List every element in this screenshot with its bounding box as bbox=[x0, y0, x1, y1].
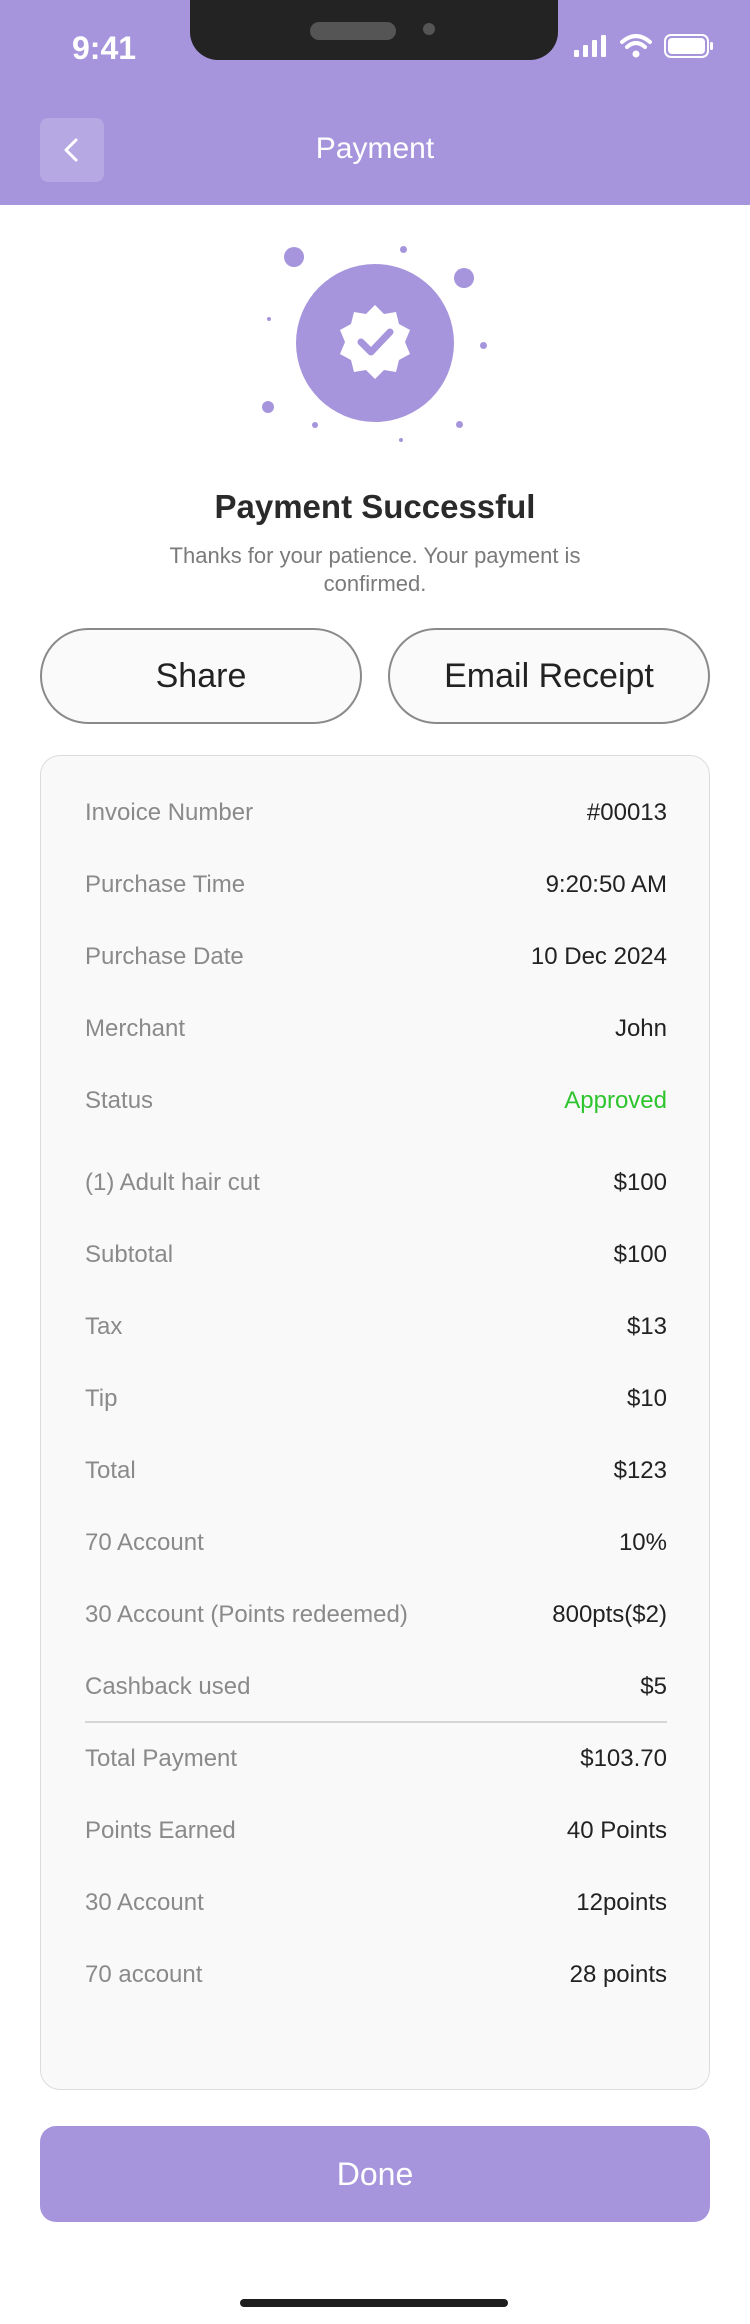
row-value: 28 points bbox=[569, 1961, 667, 1988]
notch-camera bbox=[423, 23, 435, 35]
row-value: 800pts($2) bbox=[552, 1601, 667, 1628]
row-label: Total Payment bbox=[85, 1745, 238, 1772]
row-value: John bbox=[614, 1015, 667, 1042]
decor-dot bbox=[399, 438, 403, 442]
receipt-row-merchant: Merchant John bbox=[85, 1009, 667, 1049]
decor-dot bbox=[312, 422, 318, 428]
row-value: $103.70 bbox=[580, 1745, 667, 1772]
receipt-row-tip: Tip $10 bbox=[85, 1379, 667, 1419]
row-value: #00013 bbox=[586, 799, 667, 826]
home-indicator bbox=[240, 2299, 508, 2307]
receipt-row-line-item: (1) Adult hair cut $100 bbox=[85, 1163, 667, 1203]
decor-dot bbox=[480, 342, 487, 349]
success-subtitle: Thanks for your patience. Your payment i… bbox=[169, 543, 581, 596]
app-header: 9:41 Payment bbox=[0, 0, 750, 205]
decor-dot bbox=[454, 268, 474, 288]
decor-dot bbox=[284, 247, 304, 267]
row-value: 10% bbox=[618, 1529, 667, 1556]
row-label: Purchase Date bbox=[85, 943, 244, 970]
row-label: 70 Account bbox=[85, 1529, 204, 1556]
receipt-row-purchase-date: Purchase Date 10 Dec 2024 bbox=[85, 937, 667, 977]
success-title: Payment Successful bbox=[214, 488, 536, 525]
row-value: 9:20:50 AM bbox=[545, 871, 667, 898]
row-label: Tax bbox=[85, 1313, 123, 1340]
row-label: (1) Adult hair cut bbox=[85, 1169, 260, 1196]
row-value: $5 bbox=[640, 1673, 667, 1700]
row-label: Cashback used bbox=[85, 1673, 251, 1700]
row-value: 10 Dec 2024 bbox=[530, 943, 667, 970]
notch-speaker bbox=[310, 22, 396, 40]
decor-dot bbox=[400, 246, 407, 253]
battery-icon bbox=[664, 34, 713, 58]
receipt-row-70-account: 70 Account 10% bbox=[85, 1523, 667, 1563]
decor-dot bbox=[456, 421, 463, 428]
verified-badge-icon bbox=[340, 305, 410, 379]
row-label: 70 account bbox=[85, 1961, 203, 1988]
row-value: $123 bbox=[613, 1457, 667, 1484]
receipt-row-purchase-time: Purchase Time 9:20:50 AM bbox=[85, 865, 667, 905]
receipt-row-points-earned: Points Earned 40 Points bbox=[85, 1811, 667, 1851]
row-label: 30 Account (Points redeemed) bbox=[85, 1601, 408, 1628]
receipt-row-invoice-number: Invoice Number #00013 bbox=[85, 793, 667, 833]
row-label: Points Earned bbox=[85, 1817, 236, 1844]
share-button[interactable]: Share bbox=[40, 628, 362, 724]
row-label: Tip bbox=[85, 1385, 118, 1412]
row-label: Merchant bbox=[85, 1015, 186, 1042]
row-label: Invoice Number bbox=[85, 799, 254, 826]
decor-dot bbox=[267, 317, 271, 321]
receipt-row-status: Status Approved bbox=[85, 1081, 667, 1121]
row-value: $100 bbox=[613, 1169, 667, 1196]
page-title: Payment bbox=[315, 132, 435, 165]
email-receipt-button[interactable]: Email Receipt bbox=[388, 628, 710, 724]
row-value: $10 bbox=[626, 1385, 667, 1412]
row-value: $100 bbox=[613, 1241, 667, 1268]
receipt-row-cashback: Cashback used $5 bbox=[85, 1667, 667, 1707]
signal-icon bbox=[574, 35, 606, 57]
status-icons bbox=[574, 34, 714, 58]
row-label: Subtotal bbox=[85, 1241, 174, 1268]
success-badge bbox=[296, 264, 454, 422]
row-label: 30 Account bbox=[85, 1889, 204, 1916]
receipt-row-total-payment: Total Payment $103.70 bbox=[85, 1739, 667, 1779]
wifi-icon bbox=[620, 34, 652, 58]
row-label: Purchase Time bbox=[85, 871, 246, 898]
row-label: Status bbox=[85, 1087, 154, 1114]
success-illustration bbox=[255, 240, 495, 450]
row-value: 12points bbox=[576, 1889, 667, 1916]
receipt-card: Invoice Number #00013 Purchase Time 9:20… bbox=[40, 755, 710, 2090]
receipt-row-70-account-points: 70 account 28 points bbox=[85, 1955, 667, 1995]
row-label: Total bbox=[85, 1457, 136, 1484]
receipt-row-30-account-redeemed: 30 Account (Points redeemed) 800pts($2) bbox=[85, 1595, 667, 1635]
decor-dot bbox=[262, 401, 274, 413]
receipt-row-30-account-points: 30 Account 12points bbox=[85, 1883, 667, 1923]
receipt-row-total: Total $123 bbox=[85, 1451, 667, 1491]
device-notch bbox=[190, 0, 558, 60]
receipt-divider bbox=[85, 1721, 667, 1723]
done-button[interactable]: Done bbox=[40, 2126, 710, 2222]
row-value: 40 Points bbox=[566, 1817, 667, 1844]
receipt-row-tax: Tax $13 bbox=[85, 1307, 667, 1347]
status-badge: Approved bbox=[564, 1087, 667, 1114]
row-value: $13 bbox=[626, 1313, 667, 1340]
receipt-row-subtotal: Subtotal $100 bbox=[85, 1235, 667, 1275]
status-time: 9:41 bbox=[72, 30, 137, 66]
